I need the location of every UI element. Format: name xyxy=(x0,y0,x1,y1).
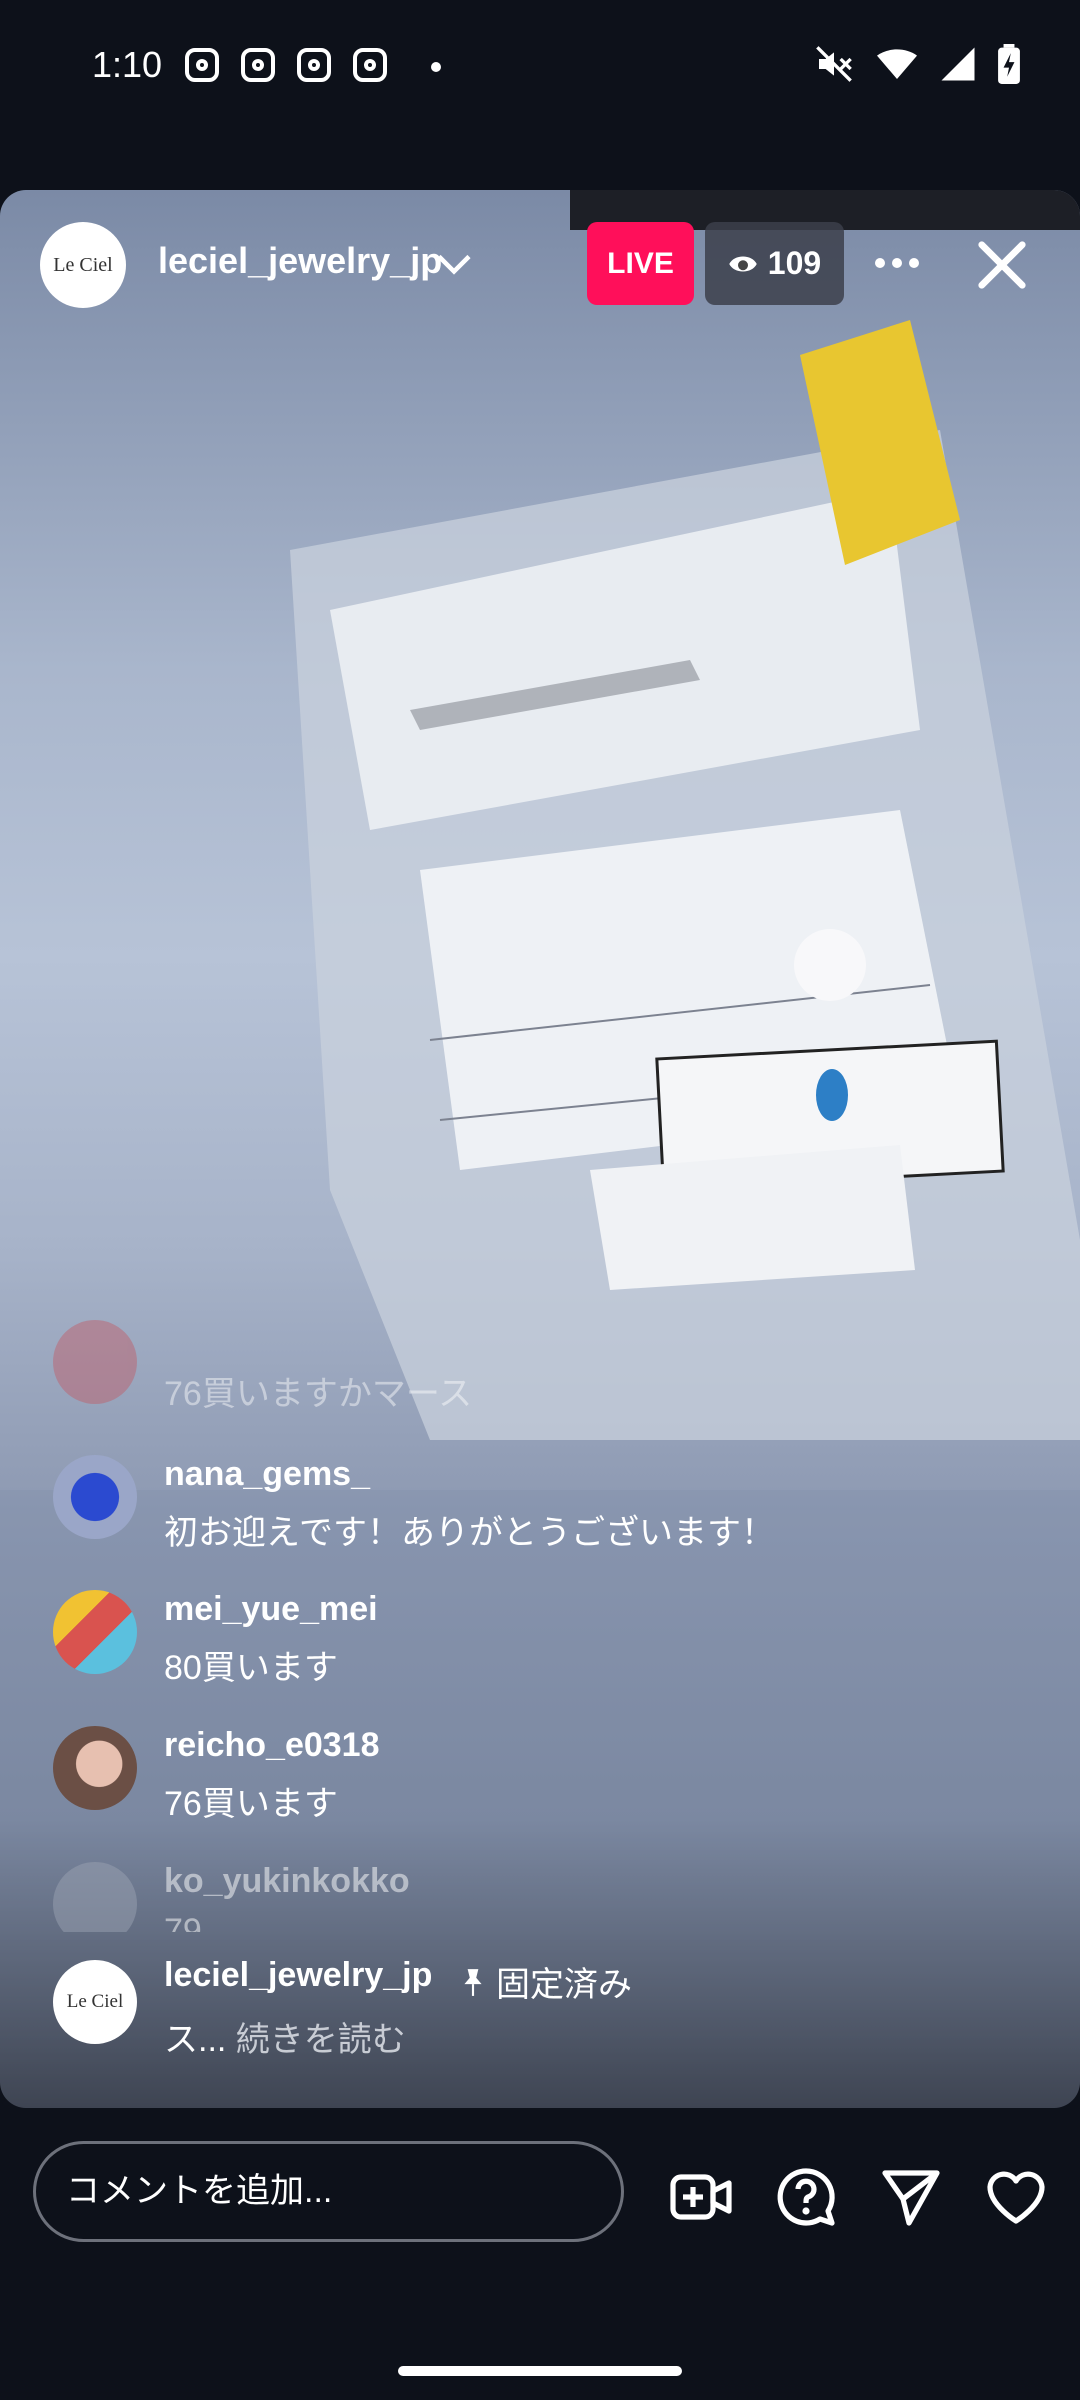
more-notifications-dot xyxy=(431,62,441,72)
live-video[interactable] xyxy=(0,190,1080,2108)
question-icon[interactable] xyxy=(774,2165,838,2229)
instagram-icon xyxy=(185,48,219,82)
notification-icons xyxy=(185,48,387,82)
pinned-label: 固定済み xyxy=(496,1966,632,2004)
more-options-button[interactable] xyxy=(872,238,922,288)
comment-username[interactable]: nana_gems_ xyxy=(164,1455,370,1494)
add-video-guest-icon[interactable] xyxy=(669,2165,733,2229)
pinned-avatar[interactable]: Le Ciel xyxy=(53,1960,137,2044)
send-icon[interactable] xyxy=(879,2165,943,2229)
comment-username[interactable]: mei_yue_mei xyxy=(164,1590,378,1629)
instagram-icon xyxy=(353,48,387,82)
battery-charging-icon xyxy=(998,44,1020,84)
comment-avatar[interactable] xyxy=(53,1320,137,1404)
viewer-count-badge[interactable]: 109 xyxy=(705,222,844,305)
system-icons xyxy=(814,44,1020,84)
status-time: 1:10 xyxy=(92,44,163,85)
pin-icon xyxy=(464,1968,482,1996)
read-more-link[interactable]: 続きを読む xyxy=(236,2021,406,2059)
host-username[interactable]: leciel_jewelry_jp xyxy=(158,240,442,282)
chevron-down-icon[interactable] xyxy=(436,250,472,278)
comment-text: 76買います xyxy=(164,1785,338,1823)
pinned-text: ス... 続きを読む xyxy=(164,2012,406,2061)
viewer-count: 109 xyxy=(767,245,822,281)
comment-avatar[interactable] xyxy=(53,1590,137,1674)
comment-item: ko_yukinkokko 79 xyxy=(0,1862,1080,1932)
status-bar: 1:10 xyxy=(0,0,1080,135)
eye-icon xyxy=(729,256,757,271)
comment-text: 79 xyxy=(164,1912,202,1932)
mute-icon xyxy=(816,46,852,82)
comment-avatar[interactable] xyxy=(53,1862,137,1932)
comment-avatar[interactable] xyxy=(53,1726,137,1810)
video-frame xyxy=(0,190,1080,2108)
comment-avatar[interactable] xyxy=(53,1455,137,1539)
wifi-icon xyxy=(877,49,917,79)
comment-text: 76買いますかマース xyxy=(164,1375,473,1413)
pinned-badge: 固定済み xyxy=(460,1957,632,2006)
comment-input[interactable] xyxy=(33,2141,624,2242)
signal-icon xyxy=(941,47,975,81)
pinned-snippet: ス... xyxy=(164,2021,227,2059)
comment-text: 初お迎えです！ありがとうございます！ xyxy=(164,1514,775,1552)
instagram-icon xyxy=(241,48,275,82)
heart-icon[interactable] xyxy=(984,2165,1048,2229)
comment-username[interactable]: ko_yukinkokko xyxy=(164,1862,410,1901)
home-indicator[interactable] xyxy=(398,2366,682,2376)
instagram-icon xyxy=(297,48,331,82)
ellipsis-icon xyxy=(875,258,919,268)
comment-username[interactable]: reicho_e0318 xyxy=(164,1726,380,1765)
comment-text: 80買います xyxy=(164,1649,338,1687)
host-avatar[interactable]: Le Ciel xyxy=(40,222,126,308)
live-badge: LIVE xyxy=(587,222,694,305)
pinned-username[interactable]: leciel_jewelry_jp xyxy=(164,1956,432,1995)
close-icon[interactable] xyxy=(975,238,1029,292)
